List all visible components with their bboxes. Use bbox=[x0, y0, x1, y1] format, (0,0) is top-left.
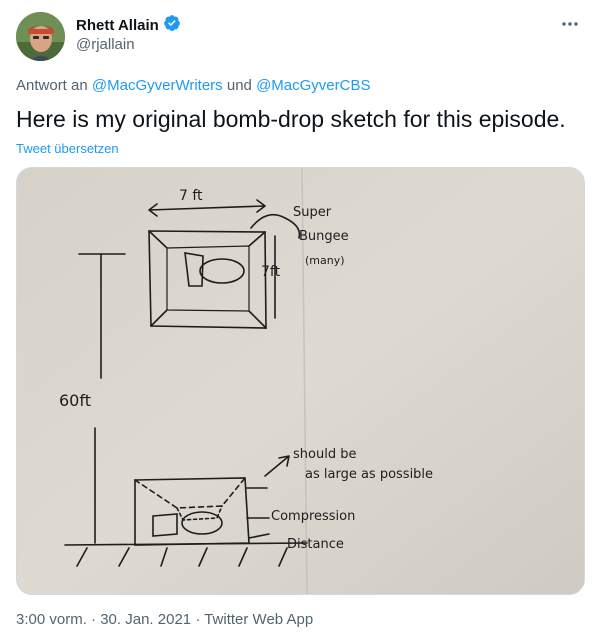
author-name[interactable]: Rhett Allain bbox=[76, 17, 159, 34]
separator-dot: · bbox=[195, 611, 201, 628]
avatar-photo bbox=[16, 12, 65, 61]
sketch-note-line1: should be bbox=[293, 447, 356, 462]
sketch-bungee-label-2: Bungee bbox=[299, 229, 349, 244]
bomb-drop-sketch: 7 ft 7ft Super Bungee (many) 60ft should… bbox=[17, 168, 584, 594]
reply-prefix: Antwort an bbox=[16, 77, 88, 94]
sketch-distance-label: Distance bbox=[287, 537, 344, 552]
tweet-image[interactable]: 7 ft 7ft Super Bungee (many) 60ft should… bbox=[16, 167, 585, 595]
avatar[interactable] bbox=[16, 12, 65, 61]
sketch-height-label: 7ft bbox=[261, 264, 281, 280]
tweet-time[interactable]: 3:00 vorm. bbox=[16, 611, 87, 628]
tweet-date[interactable]: 30. Jan. 2021 bbox=[100, 611, 191, 628]
sketch-note-line2: as large as possible bbox=[305, 467, 433, 482]
tweet-source[interactable]: Twitter Web App bbox=[204, 611, 313, 628]
separator-dot: · bbox=[91, 611, 97, 628]
sketch-drop-label: 60ft bbox=[59, 391, 91, 410]
translate-tweet-link[interactable]: Tweet übersetzen bbox=[16, 141, 119, 156]
verified-badge-icon bbox=[163, 14, 181, 37]
tweet-timestamp: 3:00 vorm. · 30. Jan. 2021 · Twitter Web… bbox=[16, 611, 313, 628]
sketch-width-label: 7 ft bbox=[179, 188, 203, 204]
sketch-bungee-label-1: Super bbox=[293, 205, 332, 220]
sketch-bungee-label-3: (many) bbox=[305, 254, 345, 267]
mention-link-macgyverwriters[interactable]: @MacGyverWriters bbox=[92, 77, 223, 94]
tweet-text: Here is my original bomb-drop sketch for… bbox=[16, 106, 566, 132]
author-handle[interactable]: @rjallain bbox=[76, 36, 135, 53]
sketch-compression-label: Compression bbox=[271, 509, 355, 524]
mention-link-macgyvercbs[interactable]: @MacGyverCBS bbox=[256, 77, 370, 94]
reply-conjunction: und bbox=[226, 77, 252, 94]
more-options-icon[interactable] bbox=[558, 14, 582, 34]
author-name-row: Rhett Allain bbox=[76, 14, 181, 37]
reply-context: Antwort an @MacGyverWriters und @MacGyve… bbox=[16, 77, 370, 94]
